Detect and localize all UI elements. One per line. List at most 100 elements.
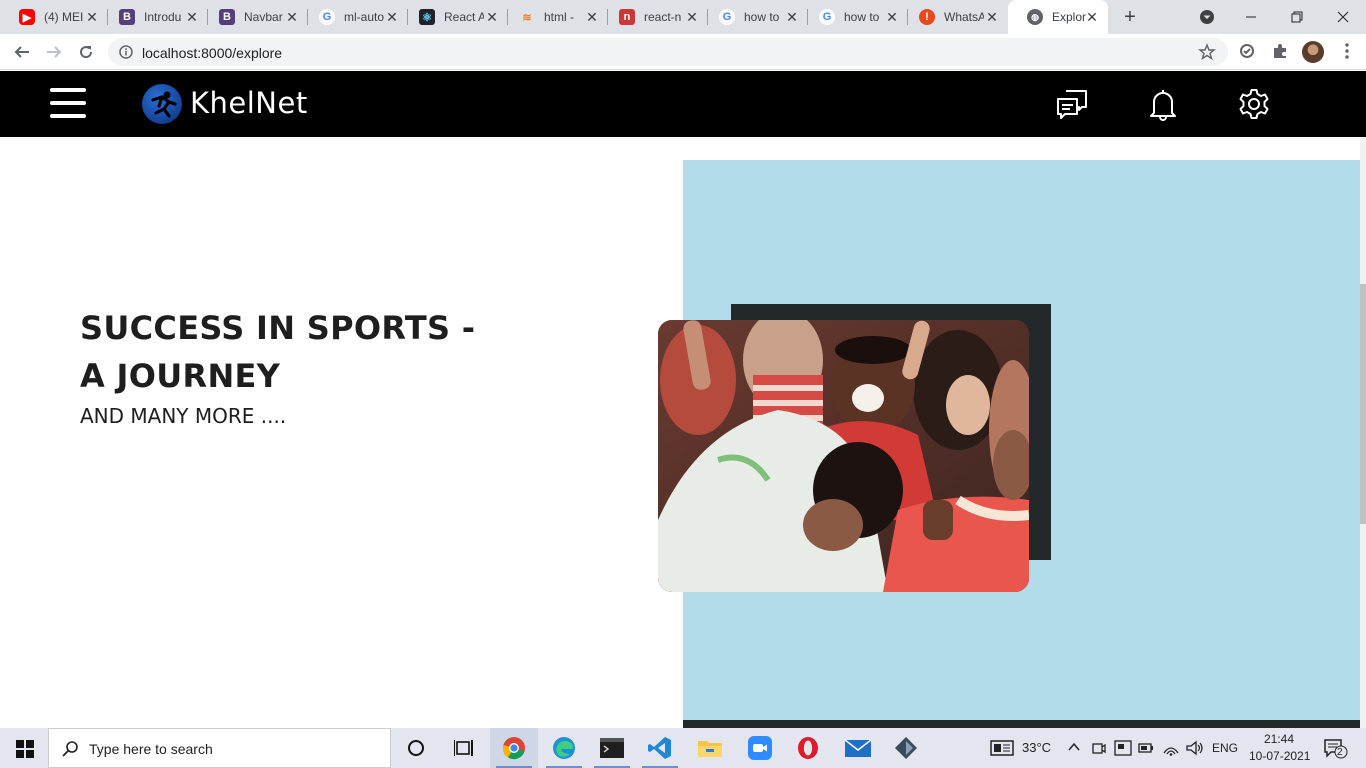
chrome-icon [502,737,525,760]
hamburger-menu-icon[interactable] [50,88,86,118]
chevron-up-icon[interactable] [1068,742,1080,752]
clock-date[interactable]: 10-07-2021 [1249,749,1310,763]
edge-icon [553,737,575,759]
browser-tab[interactable]: n react-n ✕ [600,0,708,34]
browser-tab[interactable]: ! WhatsA ✕ [900,0,1008,34]
volume-icon[interactable] [1186,740,1204,756]
browser-tab[interactable]: B Navbar ✕ [200,0,308,34]
taskbar-chrome[interactable] [490,728,538,768]
hero-subtitle: AND MANY MORE .... [80,404,287,428]
close-window-button[interactable] [1320,0,1366,34]
extensions-puzzle-icon[interactable] [1271,42,1289,60]
chat-icon[interactable] [1055,87,1089,121]
taskbar-mail[interactable] [834,728,882,768]
minimize-button[interactable] [1228,0,1274,34]
tab-title: how to [744,10,780,24]
browser-tab[interactable]: G how to ✕ [800,0,908,34]
browser-toolbar: localhost:8000/explore [0,34,1366,70]
browser-tab[interactable]: ⚛ React A ✕ [400,0,508,34]
news-weather-icon[interactable] [990,740,1014,756]
folder-icon [698,741,722,757]
tray-app-icon[interactable] [1114,740,1132,756]
site-navbar: KhelNet [0,71,1366,137]
taskbar-search-box[interactable]: Type here to search [48,728,391,768]
taskbar-terminal[interactable] [588,728,636,768]
close-tab-icon[interactable]: ✕ [884,9,900,26]
browser-tab[interactable]: ▶ (4) MEI ✕ [0,0,108,34]
close-tab-icon[interactable]: ✕ [384,9,400,26]
tab-title: react-n [644,10,682,24]
browser-tab[interactable]: ≋ html - ✕ [500,0,608,34]
diamond-app-icon [895,737,917,759]
back-button[interactable] [10,40,34,64]
tab-title: Explore [1052,10,1086,24]
vscode-icon [648,737,671,759]
mail-icon [845,739,871,757]
close-tab-icon[interactable]: ✕ [584,9,600,26]
sync-icon[interactable] [1238,42,1256,60]
address-bar[interactable]: localhost:8000/explore [108,38,1228,66]
forward-button[interactable] [42,40,66,64]
brand-name[interactable]: KhelNet [190,86,308,120]
tab-search-button[interactable] [1184,0,1230,34]
brand-logo[interactable] [142,84,182,124]
meet-now-icon[interactable] [1092,740,1106,756]
windows-start-icon[interactable] [16,740,34,758]
warning-icon: ! [919,9,935,25]
scrollbar-thumb[interactable] [1360,284,1366,524]
info-icon[interactable] [119,45,133,59]
runner-icon [151,91,177,118]
tab-title: Navbar [244,10,283,24]
close-tab-icon[interactable]: ✕ [484,9,500,26]
input-language[interactable]: ENG [1212,741,1238,755]
browser-tab-active[interactable]: ◍ Explore ✕ [1008,0,1108,34]
bell-icon[interactable] [1146,87,1180,121]
tab-title: Introdu [144,10,182,24]
close-tab-icon[interactable]: ✕ [684,9,700,26]
restore-button[interactable] [1274,0,1320,34]
minimize-icon [1246,16,1256,18]
new-tab-button[interactable]: + [1118,5,1142,29]
tab-title: html - [544,10,574,24]
taskbar-vscode[interactable] [636,728,684,768]
close-tab-icon[interactable]: ✕ [784,9,800,26]
sports-fans-photo [658,320,1029,592]
tab-title: WhatsA [944,10,984,24]
battery-plug-icon[interactable] [1138,740,1154,756]
bookmark-star-icon[interactable] [1198,43,1216,61]
browser-tab[interactable]: G how to ✕ [700,0,808,34]
close-tab-icon[interactable]: ✕ [184,9,200,26]
url-text[interactable]: localhost:8000/explore [142,45,282,61]
close-tab-icon[interactable]: ✕ [984,9,1000,26]
google-icon: G [819,9,835,25]
clock-time[interactable]: 21:44 [1264,732,1294,746]
terminal-icon [600,738,624,758]
reload-button[interactable] [74,40,98,64]
notification-center-icon[interactable] [1324,739,1348,759]
taskbar-edge[interactable] [540,728,588,768]
gear-icon[interactable] [1237,87,1271,121]
taskbar-opera[interactable] [784,728,832,768]
tab-strip: ▶ (4) MEI ✕ B Introdu ✕ B Navbar ✕ G ml-… [0,0,1366,34]
taskbar-zoom[interactable] [736,728,784,768]
profile-avatar[interactable] [1302,41,1324,63]
close-tab-icon[interactable]: ✕ [84,9,100,26]
cortana-button[interactable] [392,728,440,768]
browser-tab[interactable]: G ml-auto ✕ [300,0,408,34]
react-icon: ⚛ [419,9,435,25]
hero-title: SUCCESS IN SPORTS - A JOURNEY [80,309,476,395]
browser-tab[interactable]: B Introdu ✕ [100,0,208,34]
more-vert-icon[interactable] [1338,42,1356,60]
close-tab-icon[interactable]: ✕ [284,9,300,26]
taskbar-file-explorer[interactable] [686,728,734,768]
wifi-icon[interactable] [1162,740,1180,756]
weather-temperature[interactable]: 33°C [1022,740,1051,755]
google-icon: G [319,9,335,25]
section-divider [683,720,1360,728]
task-view-button[interactable] [440,728,488,768]
youtube-icon: ▶ [19,9,35,25]
npm-icon: n [619,9,635,25]
close-tab-icon[interactable]: ✕ [1084,9,1100,26]
taskbar-app-diamond[interactable] [882,728,930,768]
zoom-icon [748,736,772,760]
